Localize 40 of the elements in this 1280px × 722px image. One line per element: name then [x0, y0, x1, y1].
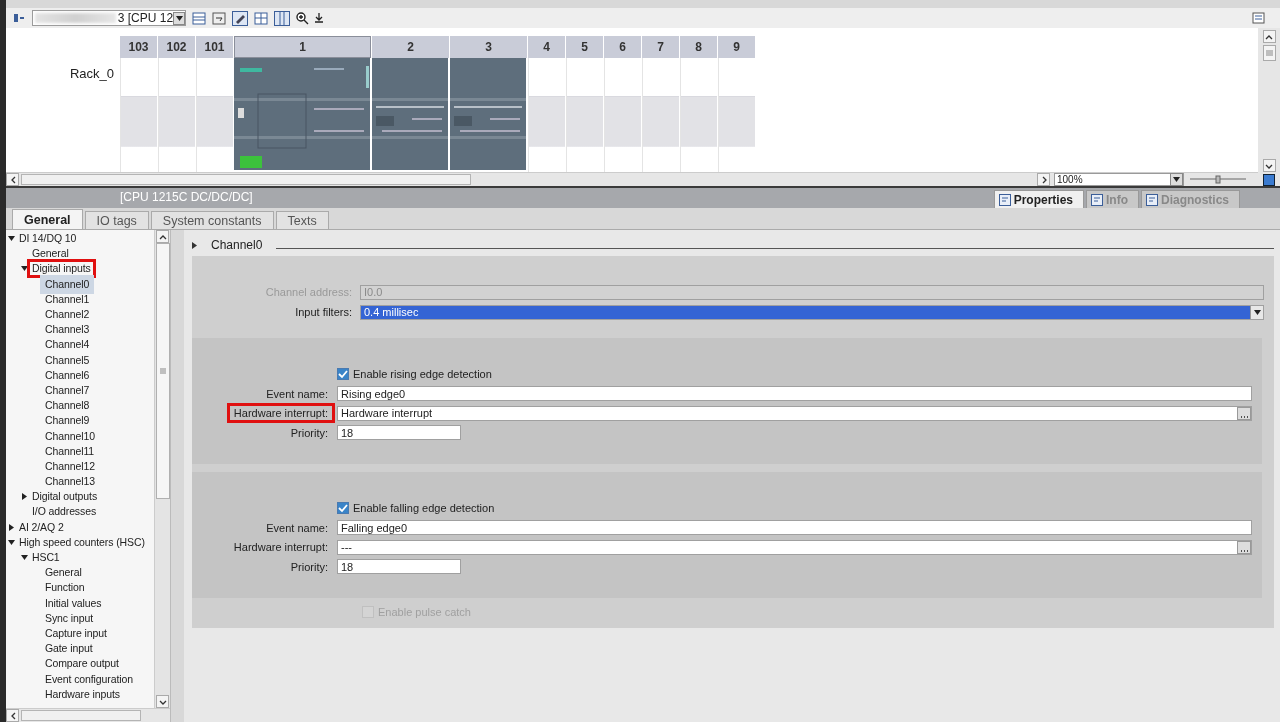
slot-header: 4: [528, 36, 565, 58]
field-label: Priority:: [289, 559, 329, 575]
slot-header: 3: [450, 36, 527, 58]
input-filters-dropdown[interactable]: 0.4 millisec: [360, 304, 1264, 320]
field-label: Hardware interrupt:: [232, 540, 329, 555]
text-field[interactable]: 18: [337, 425, 461, 440]
tab[interactable]: System constants: [150, 211, 274, 229]
field-label: Event name:: [265, 386, 329, 402]
field-label: Hardware interrupt:: [226, 403, 335, 423]
slot-header: 103: [120, 36, 157, 58]
text-field[interactable]: Falling edge0: [337, 520, 1252, 535]
field-label: Event name:: [265, 520, 329, 536]
slot-header: 7: [642, 36, 679, 58]
tab[interactable]: Texts: [275, 211, 329, 229]
slot-header: 6: [604, 36, 641, 58]
rack-label: Rack_0: [69, 66, 114, 81]
tab[interactable]: IO tags: [84, 211, 149, 229]
zoom-field[interactable]: 100%: [1054, 173, 1184, 186]
slot-header: 1: [234, 36, 371, 58]
field-label: Priority:: [289, 425, 329, 441]
slot-header: 2: [372, 36, 449, 58]
slot-header: 102: [158, 36, 195, 58]
text-field[interactable]: Rising edge0: [337, 386, 1252, 401]
inspector-tab[interactable]: Properties: [993, 190, 1084, 208]
device-dropdown[interactable]: 3 [CPU 12: [32, 10, 186, 26]
text-field[interactable]: 18: [337, 559, 461, 574]
checkbox[interactable]: Enable rising edge detection: [337, 367, 1252, 380]
tree-item[interactable]: Channel0: [40, 274, 95, 294]
slot-header: 8: [680, 36, 717, 58]
field-label: Input filters:: [295, 306, 352, 318]
slot-header: 101: [196, 36, 233, 58]
checkbox[interactable]: Enable falling edge detection: [337, 501, 1252, 514]
text-field[interactable]: ---: [337, 539, 1252, 555]
slot-header: 5: [566, 36, 603, 58]
device-title: [CPU 1215C DC/DC/DC]: [119, 189, 253, 206]
slot-header: 9: [718, 36, 755, 58]
tab[interactable]: General: [12, 209, 83, 229]
text-field[interactable]: Hardware interrupt: [337, 405, 1252, 421]
channel-address-field: I0.0: [360, 284, 1264, 300]
section-heading: Channel0: [211, 238, 263, 252]
